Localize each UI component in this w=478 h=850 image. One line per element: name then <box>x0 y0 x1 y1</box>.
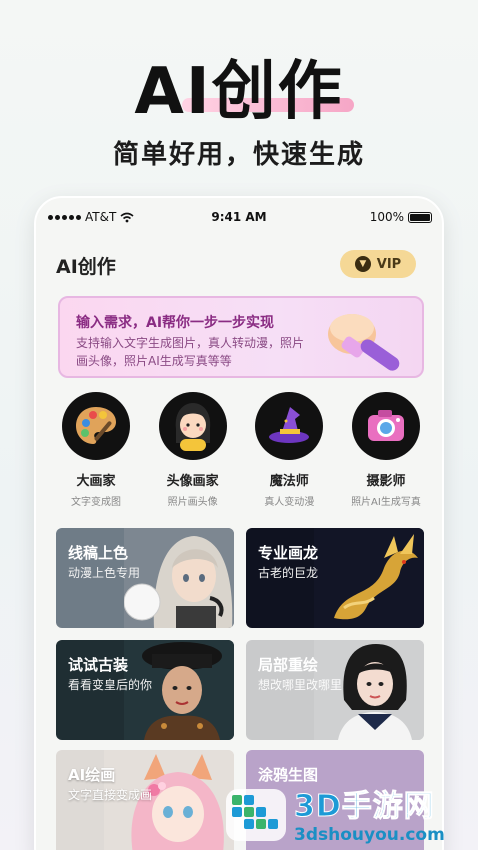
feature-circle <box>255 392 324 460</box>
battery-icon <box>408 211 432 223</box>
vip-button[interactable]: ▼ VIP <box>340 250 416 278</box>
watermark: 3D手游网 3dshouyou.com <box>222 776 478 850</box>
card-title: AI绘画 <box>68 766 116 784</box>
card-sub: 看看变皇后的你 <box>68 678 153 692</box>
feature-painter[interactable]: 大画家 文字变成图 <box>50 392 142 508</box>
app-title: AI创作 <box>56 256 116 278</box>
feature-sub: 真人变动漫 <box>264 497 315 508</box>
feature-name: 大画家 <box>76 474 116 489</box>
paint-brush-icon <box>328 314 400 371</box>
status-bar-right: 100% <box>370 210 432 224</box>
feature-sub: 照片AI生成写真 <box>351 497 421 508</box>
card-sub: 文字直接变成画 <box>68 788 153 802</box>
feature-avatar-painter[interactable]: 头像画家 照片画头像 <box>147 392 239 508</box>
status-bar: AT&T 9:41 AM 100% <box>36 208 442 228</box>
watermark-name: 3D手游网 <box>294 789 435 825</box>
watermark-logo-icon <box>226 789 286 841</box>
banner-description: 支持输入文字生成图片，真人转动漫，照片画头像，照片AI生成写真等等 <box>76 336 305 368</box>
golden-dragon-illustration <box>314 528 424 628</box>
card-title: 试试古装 <box>68 656 129 674</box>
phone-frame: AT&T 9:41 AM 100% AI创作 ▼ VIP 输入需求，AI帮你一步… <box>34 196 444 850</box>
banner-title: 输入需求，AI帮你一步一步实现 <box>76 315 275 331</box>
ai-intro-banner[interactable]: 输入需求，AI帮你一步一步实现 支持输入文字生成图片，真人转动漫，照片画头像，照… <box>58 296 424 378</box>
card-ai-painting[interactable]: AI绘画 文字直接变成画 <box>56 750 234 850</box>
card-local-repaint[interactable]: 局部重绘 想改哪里改哪里 <box>246 640 424 740</box>
avatar-girl-icon <box>175 403 210 451</box>
feature-photographer[interactable]: 摄影师 照片AI生成写真 <box>340 392 432 508</box>
feature-name: 摄影师 <box>366 474 406 489</box>
feature-row: 大画家 文字变成图 头像画家 照片画头像 魔法师 真人变动漫 摄影师 照片AI生… <box>50 392 432 508</box>
battery-percent: 100% <box>369 210 404 224</box>
card-sub: 动漫上色专用 <box>68 566 141 580</box>
card-lineart-coloring[interactable]: 线稿上色 动漫上色专用 <box>56 528 234 628</box>
card-sub: 古老的巨龙 <box>258 566 319 580</box>
watermark-url: 3dshouyou.com <box>294 825 445 845</box>
feature-circle <box>62 392 130 460</box>
card-title: 局部重绘 <box>258 656 319 674</box>
feature-name: 魔法师 <box>269 474 309 489</box>
palette-icon <box>76 407 116 444</box>
hero-subtitle: 简单好用，快速生成 <box>112 140 365 170</box>
feature-magician[interactable]: 魔法师 真人变动漫 <box>243 392 335 508</box>
feature-sub: 文字变成图 <box>71 497 121 508</box>
card-title: 专业画龙 <box>258 544 319 562</box>
anime-girl-illustration <box>124 528 234 628</box>
card-sub: 想改哪里改哪里 <box>258 678 343 692</box>
feature-circle <box>351 392 420 460</box>
vip-label: VIP <box>376 256 402 272</box>
feature-name: 头像画家 <box>166 474 219 489</box>
feature-circle <box>158 392 227 460</box>
vip-chevron-icon: ▼ <box>354 256 371 272</box>
wizard-hat-icon <box>269 407 310 443</box>
card-dragon[interactable]: 专业画龙 古老的巨龙 <box>246 528 424 628</box>
hero-title: AI创作 <box>134 55 344 129</box>
card-title: 线稿上色 <box>68 544 129 562</box>
feature-sub: 照片画头像 <box>167 497 218 508</box>
camera-icon <box>367 410 404 441</box>
card-costume[interactable]: 试试古装 看看变皇后的你 <box>56 640 234 740</box>
